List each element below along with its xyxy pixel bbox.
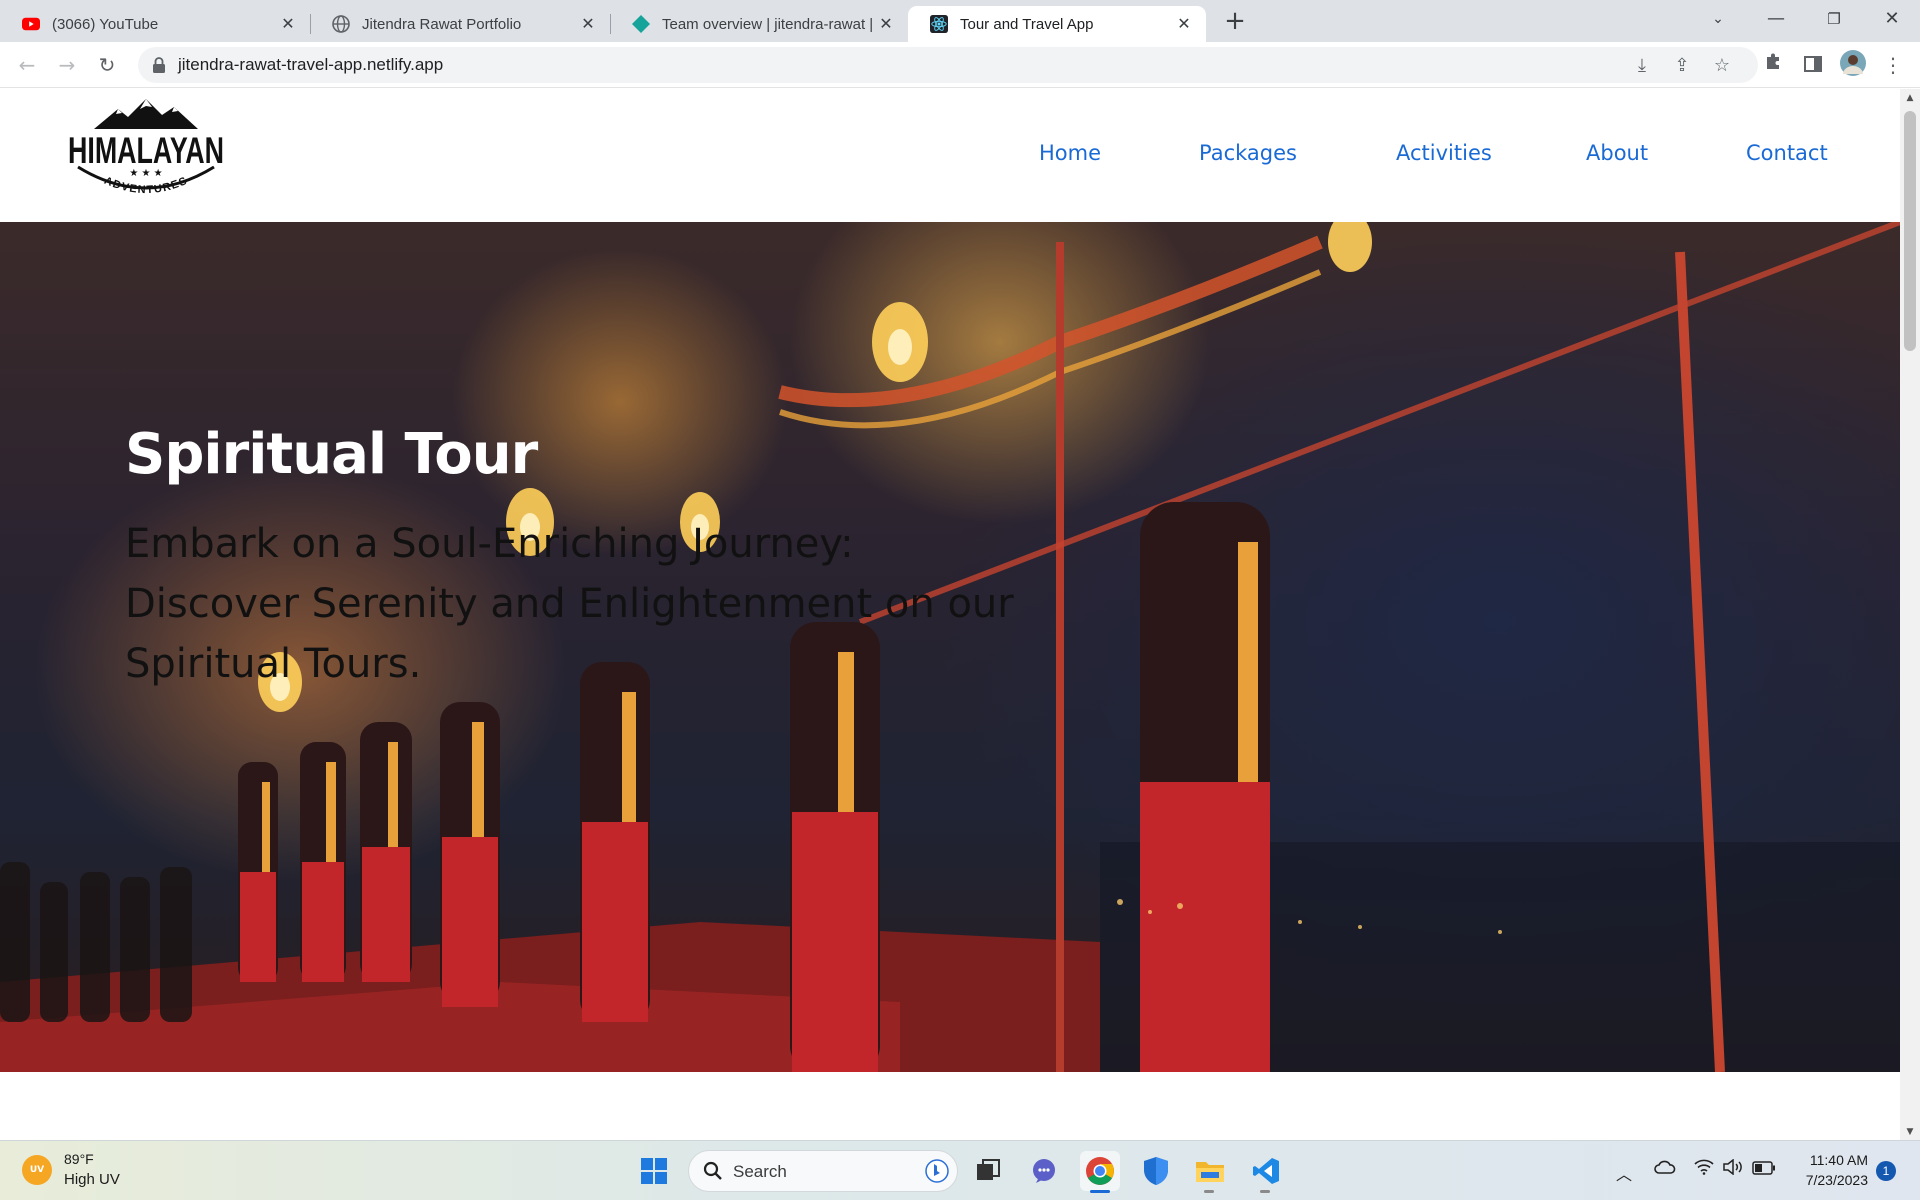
clock-time: 11:40 AM (1809, 1152, 1868, 1168)
task-view-icon[interactable] (968, 1151, 1008, 1191)
tab-search-chevron-icon[interactable]: ⌄ (1690, 0, 1746, 40)
weather-description: High UV (64, 1171, 120, 1188)
svg-text:HIMALAYAN: HIMALAYAN (68, 130, 224, 171)
tray-overflow-chevron-icon[interactable]: ︿ (1616, 1161, 1632, 1185)
vscode-open-indicator (1260, 1190, 1270, 1193)
forward-arrow-icon[interactable]: → (52, 50, 82, 80)
tab-title: Jitendra Rawat Portfolio (362, 15, 522, 33)
windows-start-icon[interactable] (634, 1151, 674, 1191)
close-window-icon[interactable]: ✕ (1864, 0, 1920, 40)
close-tab-icon[interactable]: ✕ (1174, 14, 1194, 34)
svg-text:★ ★ ★: ★ ★ ★ (129, 168, 162, 179)
clock-date: 7/23/2023 (1805, 1172, 1868, 1188)
tab-title: Team overview | jitendra-rawat | N (662, 15, 876, 33)
scroll-up-arrow-icon[interactable]: ▲ (1900, 93, 1920, 103)
nav-contact-link[interactable]: Contact (1746, 141, 1828, 165)
site-header: HIMALAYAN ★ ★ ★ ADVENTURES Home Packages… (0, 89, 1900, 222)
uv-badge-icon: UV (22, 1155, 52, 1185)
address-bar[interactable]: jitendra-rawat-travel-app.netlify.app ⤓ … (138, 47, 1758, 83)
close-tab-icon[interactable]: ✕ (578, 14, 598, 34)
file-explorer-icon[interactable] (1190, 1151, 1230, 1191)
close-tab-icon[interactable]: ✕ (876, 14, 896, 34)
back-arrow-icon[interactable]: ← (12, 50, 42, 80)
side-panel-icon[interactable] (1798, 50, 1828, 80)
search-label: Search (733, 1162, 787, 1181)
hero-tagline: Embark on a Soul-Enriching Journey: Disc… (125, 521, 1014, 687)
vscode-icon[interactable] (1246, 1151, 1286, 1191)
nav-activities-link[interactable]: Activities (1396, 141, 1492, 165)
lock-icon (152, 56, 170, 74)
page-scrollbar[interactable]: ▲ ▼ (1900, 89, 1920, 1140)
install-app-icon[interactable]: ⤓ (1632, 56, 1652, 76)
extensions-puzzle-icon[interactable] (1758, 50, 1788, 80)
tab-netlify[interactable]: Team overview | jitendra-rawat | N ✕ (610, 6, 908, 42)
himalayan-adventures-logo[interactable]: HIMALAYAN ★ ★ ★ ADVENTURES (66, 97, 226, 209)
chrome-menu-icon[interactable]: ⋮ (1878, 50, 1908, 80)
tab-title: Tour and Travel App (960, 15, 1094, 33)
netlify-icon (632, 15, 650, 33)
globe-icon (332, 15, 350, 33)
hero-title: Spiritual Tour (125, 422, 538, 487)
react-icon (930, 15, 948, 33)
restore-icon[interactable]: ❐ (1806, 0, 1862, 40)
bing-icon[interactable] (925, 1159, 949, 1187)
page-viewport: HIMALAYAN ★ ★ ★ ADVENTURES Home Packages… (0, 89, 1900, 1140)
weather-temperature: 89°F (64, 1151, 94, 1167)
notification-count-badge[interactable]: 1 (1876, 1161, 1896, 1181)
close-tab-icon[interactable]: ✕ (278, 14, 298, 34)
explorer-open-indicator (1204, 1190, 1214, 1193)
battery-icon[interactable] (1752, 1160, 1776, 1179)
scroll-down-arrow-icon[interactable]: ▼ (1900, 1127, 1920, 1137)
wifi-icon[interactable] (1694, 1159, 1714, 1179)
reload-icon[interactable]: ↻ (92, 50, 122, 80)
defender-shield-icon[interactable] (1136, 1151, 1176, 1191)
teams-chat-icon[interactable] (1024, 1151, 1064, 1191)
bookmark-star-icon[interactable]: ☆ (1712, 56, 1732, 76)
tab-title: (3066) YouTube (52, 15, 159, 33)
chrome-icon[interactable] (1080, 1151, 1120, 1191)
nav-home-link[interactable]: Home (1039, 141, 1101, 165)
windows-taskbar: UV 89°F High UV Search ︿ 11:40 AM 7/23/2… (0, 1140, 1920, 1200)
minimize-icon[interactable]: — (1748, 0, 1804, 40)
hero-banner: Spiritual Tour Embark on a Soul-Enrichin… (0, 222, 1900, 1072)
volume-icon[interactable] (1722, 1158, 1744, 1179)
taskbar-search-box[interactable]: Search (688, 1150, 958, 1192)
nav-about-link[interactable]: About (1586, 141, 1648, 165)
nav-packages-link[interactable]: Packages (1199, 141, 1297, 165)
onedrive-icon[interactable] (1654, 1159, 1676, 1179)
tab-travel-app[interactable]: Tour and Travel App ✕ (908, 6, 1206, 42)
scrollbar-thumb[interactable] (1904, 111, 1916, 351)
browser-toolbar: ← → ↻ jitendra-rawat-travel-app.netlify.… (0, 42, 1920, 88)
tab-portfolio[interactable]: Jitendra Rawat Portfolio ✕ (310, 6, 610, 42)
system-clock[interactable]: 11:40 AM 7/23/2023 (1790, 1150, 1868, 1190)
share-icon[interactable]: ⇪ (1672, 56, 1692, 76)
new-tab-button[interactable]: + (1219, 6, 1251, 38)
search-icon (703, 1161, 723, 1185)
youtube-icon (22, 15, 40, 33)
profile-avatar[interactable] (1838, 50, 1868, 80)
chrome-active-indicator (1090, 1190, 1110, 1193)
tab-youtube[interactable]: (3066) YouTube ✕ (0, 6, 310, 42)
url-text: jitendra-rawat-travel-app.netlify.app (178, 55, 444, 74)
browser-tab-strip: (3066) YouTube ✕ Jitendra Rawat Portfoli… (0, 0, 1920, 42)
